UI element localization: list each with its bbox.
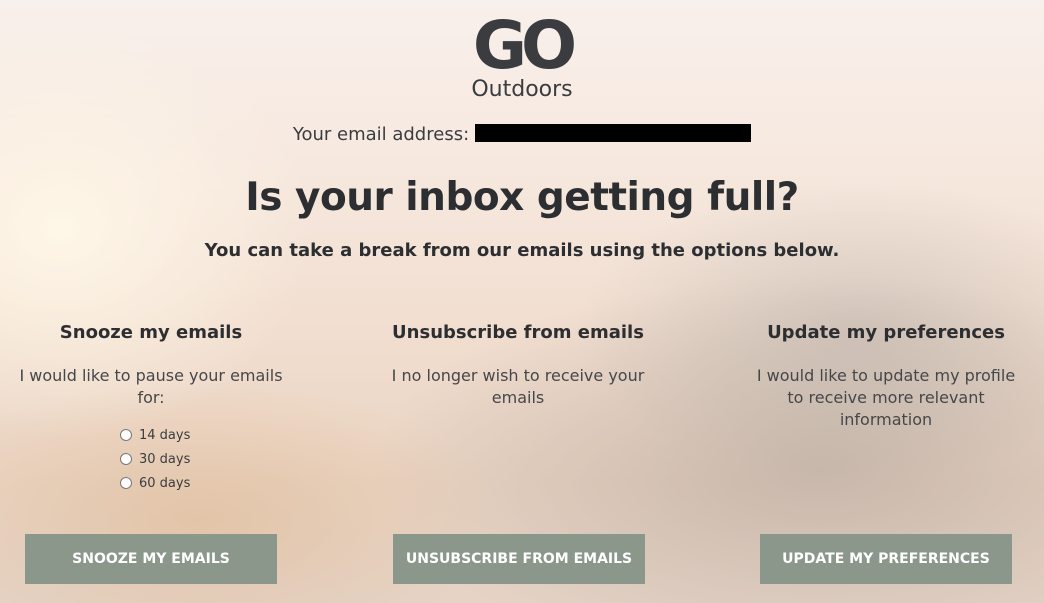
preferences-title: Update my preferences [767,322,1005,343]
radio-label-14-days: 14 days [139,427,191,443]
snooze-description: I would like to pause your emails for: [19,366,283,407]
unsubscribe-button[interactable]: UNSUBSCRIBE FROM EMAILS [393,534,645,584]
logo-outdoors: Outdoors [471,77,573,102]
redacted-email [475,124,752,142]
page-subtitle: You can take a break from our emails usi… [204,240,840,261]
radio-30-days[interactable] [120,453,132,465]
preferences-description: I would like to update my profile to rec… [756,366,1016,429]
unsubscribe-title: Unsubscribe from emails [392,322,644,343]
radio-label-30-days: 30 days [139,451,191,467]
brand-logo: GO Outdoors [0,7,1044,102]
snooze-title: Snooze my emails [59,322,243,343]
unsubscribe-description: I no longer wish to receive your emails [391,366,645,407]
update-preferences-button[interactable]: UPDATE MY PREFERENCES [760,534,1012,584]
page-title: Is your inbox getting full? [245,175,799,220]
snooze-option-30-days[interactable]: 30 days [120,447,301,471]
email-address-row: Your email address: [0,124,1044,145]
radio-14-days[interactable] [120,429,132,441]
page: GO Outdoors Your email address: Is your … [0,0,1044,603]
preferences-section: Update my preferences I would like to up… [736,322,1036,431]
snooze-option-60-days[interactable]: 60 days [120,471,301,495]
unsubscribe-section: Unsubscribe from emails I no longer wish… [368,322,668,409]
logo-go: GO [472,7,577,84]
snooze-option-14-days[interactable]: 14 days [120,423,301,447]
snooze-section: Snooze my emails I would like to pause y… [1,322,301,495]
email-label: Your email address: [292,124,470,145]
snooze-button[interactable]: SNOOZE MY EMAILS [25,534,277,584]
radio-60-days[interactable] [120,477,132,489]
radio-label-60-days: 60 days [139,475,191,491]
snooze-duration-options: 14 days 30 days 60 days [120,423,301,495]
